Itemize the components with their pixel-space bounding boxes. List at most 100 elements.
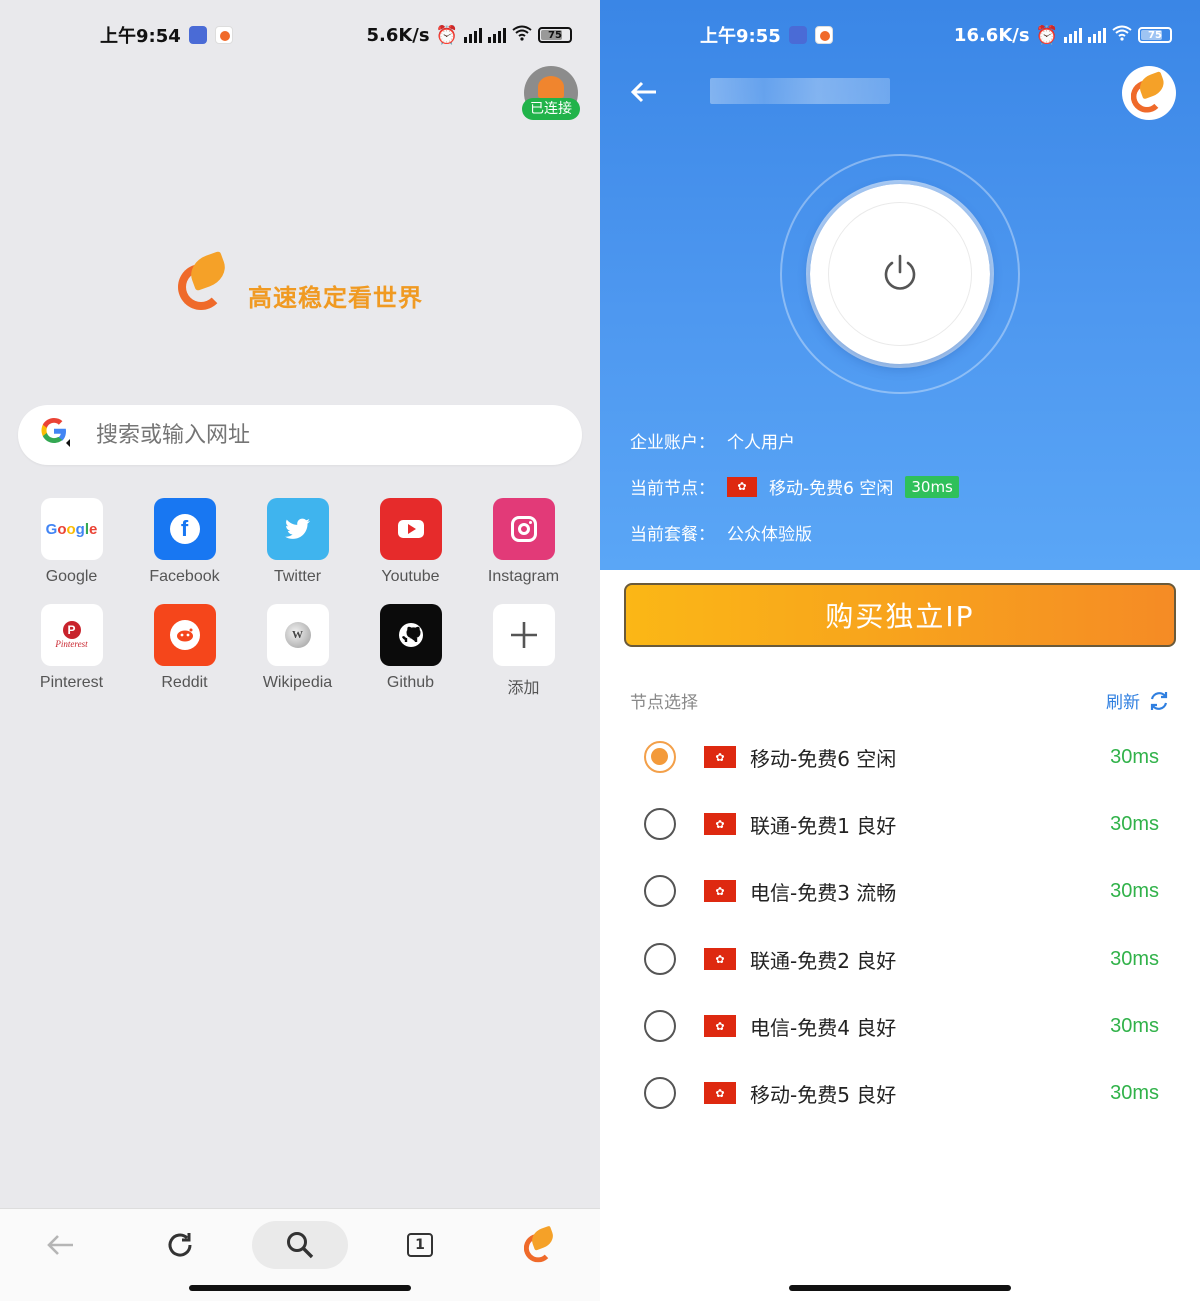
account-row: 企业账户： 个人用户 [630,428,795,453]
search-bar[interactable] [18,405,582,465]
power-button[interactable] [810,184,990,364]
shortcut-wikipedia[interactable]: W Wikipedia [241,604,354,698]
shortcut-google[interactable]: Google Google [15,498,128,586]
power-control [780,154,1020,394]
node-latency: 30ms [1110,812,1159,835]
home-indicator [789,1285,1011,1291]
back-arrow-icon [630,81,656,103]
tabs-button[interactable]: 1 [390,1221,450,1269]
radio-selected[interactable] [644,741,676,773]
tab-count-icon: 1 [407,1233,433,1257]
node-name: 联通-免费1 良好 [750,813,897,838]
shortcut-instagram[interactable]: Instagram [467,498,580,586]
plan-label: 当前套餐： [630,525,715,545]
pinterest-icon: P Pinterest [40,604,103,666]
facebook-icon: f [153,498,216,560]
shortcut-label: Facebook [149,568,220,585]
radio-unselected[interactable] [644,1077,676,1109]
hk-flag-icon [704,813,736,835]
hk-flag-icon [704,1082,736,1104]
radio-unselected[interactable] [644,943,676,975]
back-button[interactable] [628,76,660,108]
account-label: 企业账户： [630,433,715,453]
wifi-icon [512,25,532,46]
network-speed: 5.6K/s [366,24,430,46]
node-option-3[interactable]: 联通-免费2 良好 30ms [644,934,1159,984]
google-icon: Google [40,498,103,560]
node-name: 移动-免费5 良好 [750,1082,897,1107]
shortcut-label: Google [45,568,98,585]
fox-avatar-button[interactable] [1122,66,1176,120]
node-option-1[interactable]: 联通-免费1 良好 30ms [644,799,1159,849]
back-arrow-icon [47,1235,73,1255]
vpn-menu-button[interactable] [510,1221,570,1269]
account-value: 个人用户 [727,433,795,453]
vpn-connection-badge[interactable]: 已连接 [522,66,580,120]
shortcut-label: Github [386,674,435,691]
node-latency: 30ms [1110,1014,1159,1037]
fox-app-icon [814,26,833,44]
status-bar-left: 上午9:54 [100,20,233,50]
fox-logo-icon [523,1225,557,1263]
battery-icon: 75 [1138,27,1172,43]
github-icon [379,604,442,666]
radio-unselected[interactable] [644,1010,676,1042]
refresh-button[interactable]: 刷新 [1106,688,1170,713]
status-bar-right: 5.6K/s ⏰ 75 [366,20,572,50]
fox-logo-icon [1130,71,1168,113]
vpn-header: 上午9:55 16.6K/s ⏰ 75 企业账户： 个人用户 当前节点： ✿ 移… [600,0,1200,570]
shortcut-label: Instagram [487,568,560,585]
hk-flag-icon [704,880,736,902]
radio-unselected[interactable] [644,875,676,907]
bottom-navigation: 1 [0,1208,600,1301]
refresh-label: 刷新 [1106,693,1140,713]
back-button[interactable] [30,1221,90,1269]
shortcut-add[interactable]: 添加 [467,604,580,698]
latency-badge: 30ms [905,475,959,498]
node-option-5[interactable]: 移动-免费5 良好 30ms [644,1068,1159,1118]
shortcut-label: Reddit [161,674,208,691]
message-app-icon [788,26,807,44]
node-option-2[interactable]: 电信-免费3 流畅 30ms [644,866,1159,916]
hk-flag-icon [727,476,757,497]
node-name: 电信-免费3 流畅 [750,880,897,905]
search-icon [287,1232,314,1259]
current-node-value: 移动-免费6 空闲 [769,479,894,499]
plan-value: 公众体验版 [727,525,812,545]
radio-unselected[interactable] [644,808,676,840]
current-node-label: 当前节点： [630,479,715,499]
signal-icon-2 [1088,27,1106,43]
node-latency: 30ms [1110,745,1159,768]
brand-logo: 高速稳定看世界 [178,250,423,313]
home-indicator [189,1285,411,1291]
power-inner-ring [828,202,972,346]
hk-flag-icon [704,746,736,768]
refresh-button[interactable] [150,1221,210,1269]
node-option-0[interactable]: 移动-免费6 空闲 30ms [644,732,1159,782]
youtube-icon [379,498,442,560]
search-button[interactable] [252,1221,348,1269]
shortcut-pinterest[interactable]: P Pinterest Pinterest [15,604,128,698]
alarm-icon: ⏰ [435,24,458,46]
node-option-4[interactable]: 电信-免费4 良好 30ms [644,1001,1159,1051]
shortcut-youtube[interactable]: Youtube [354,498,467,586]
shortcut-twitter[interactable]: Twitter [241,498,354,586]
buy-dedicated-ip-button[interactable]: 购买独立IP [624,583,1176,647]
current-node-row: 当前节点： 移动-免费6 空闲 30ms [630,474,959,499]
network-speed: 16.6K/s [953,24,1030,46]
signal-icon [464,27,482,43]
vpn-screen: 上午9:55 16.6K/s ⏰ 75 企业账户： 个人用户 当前节点： ✿ 移… [600,0,1200,1301]
alarm-icon: ⏰ [1035,24,1058,46]
node-name: 移动-免费6 空闲 [750,746,897,771]
connected-label: 已连接 [522,98,580,120]
shortcut-label: Pinterest [39,674,104,691]
instagram-icon [492,498,555,560]
shortcut-grid: Google Google f Facebook Twitter Youtube [15,498,581,698]
shortcut-reddit[interactable]: Reddit [128,604,241,698]
message-app-icon [188,26,207,44]
status-time: 上午9:55 [700,26,781,47]
shortcut-facebook[interactable]: f Facebook [128,498,241,586]
search-input[interactable] [96,422,536,448]
google-g-icon [38,415,72,455]
shortcut-github[interactable]: Github [354,604,467,698]
